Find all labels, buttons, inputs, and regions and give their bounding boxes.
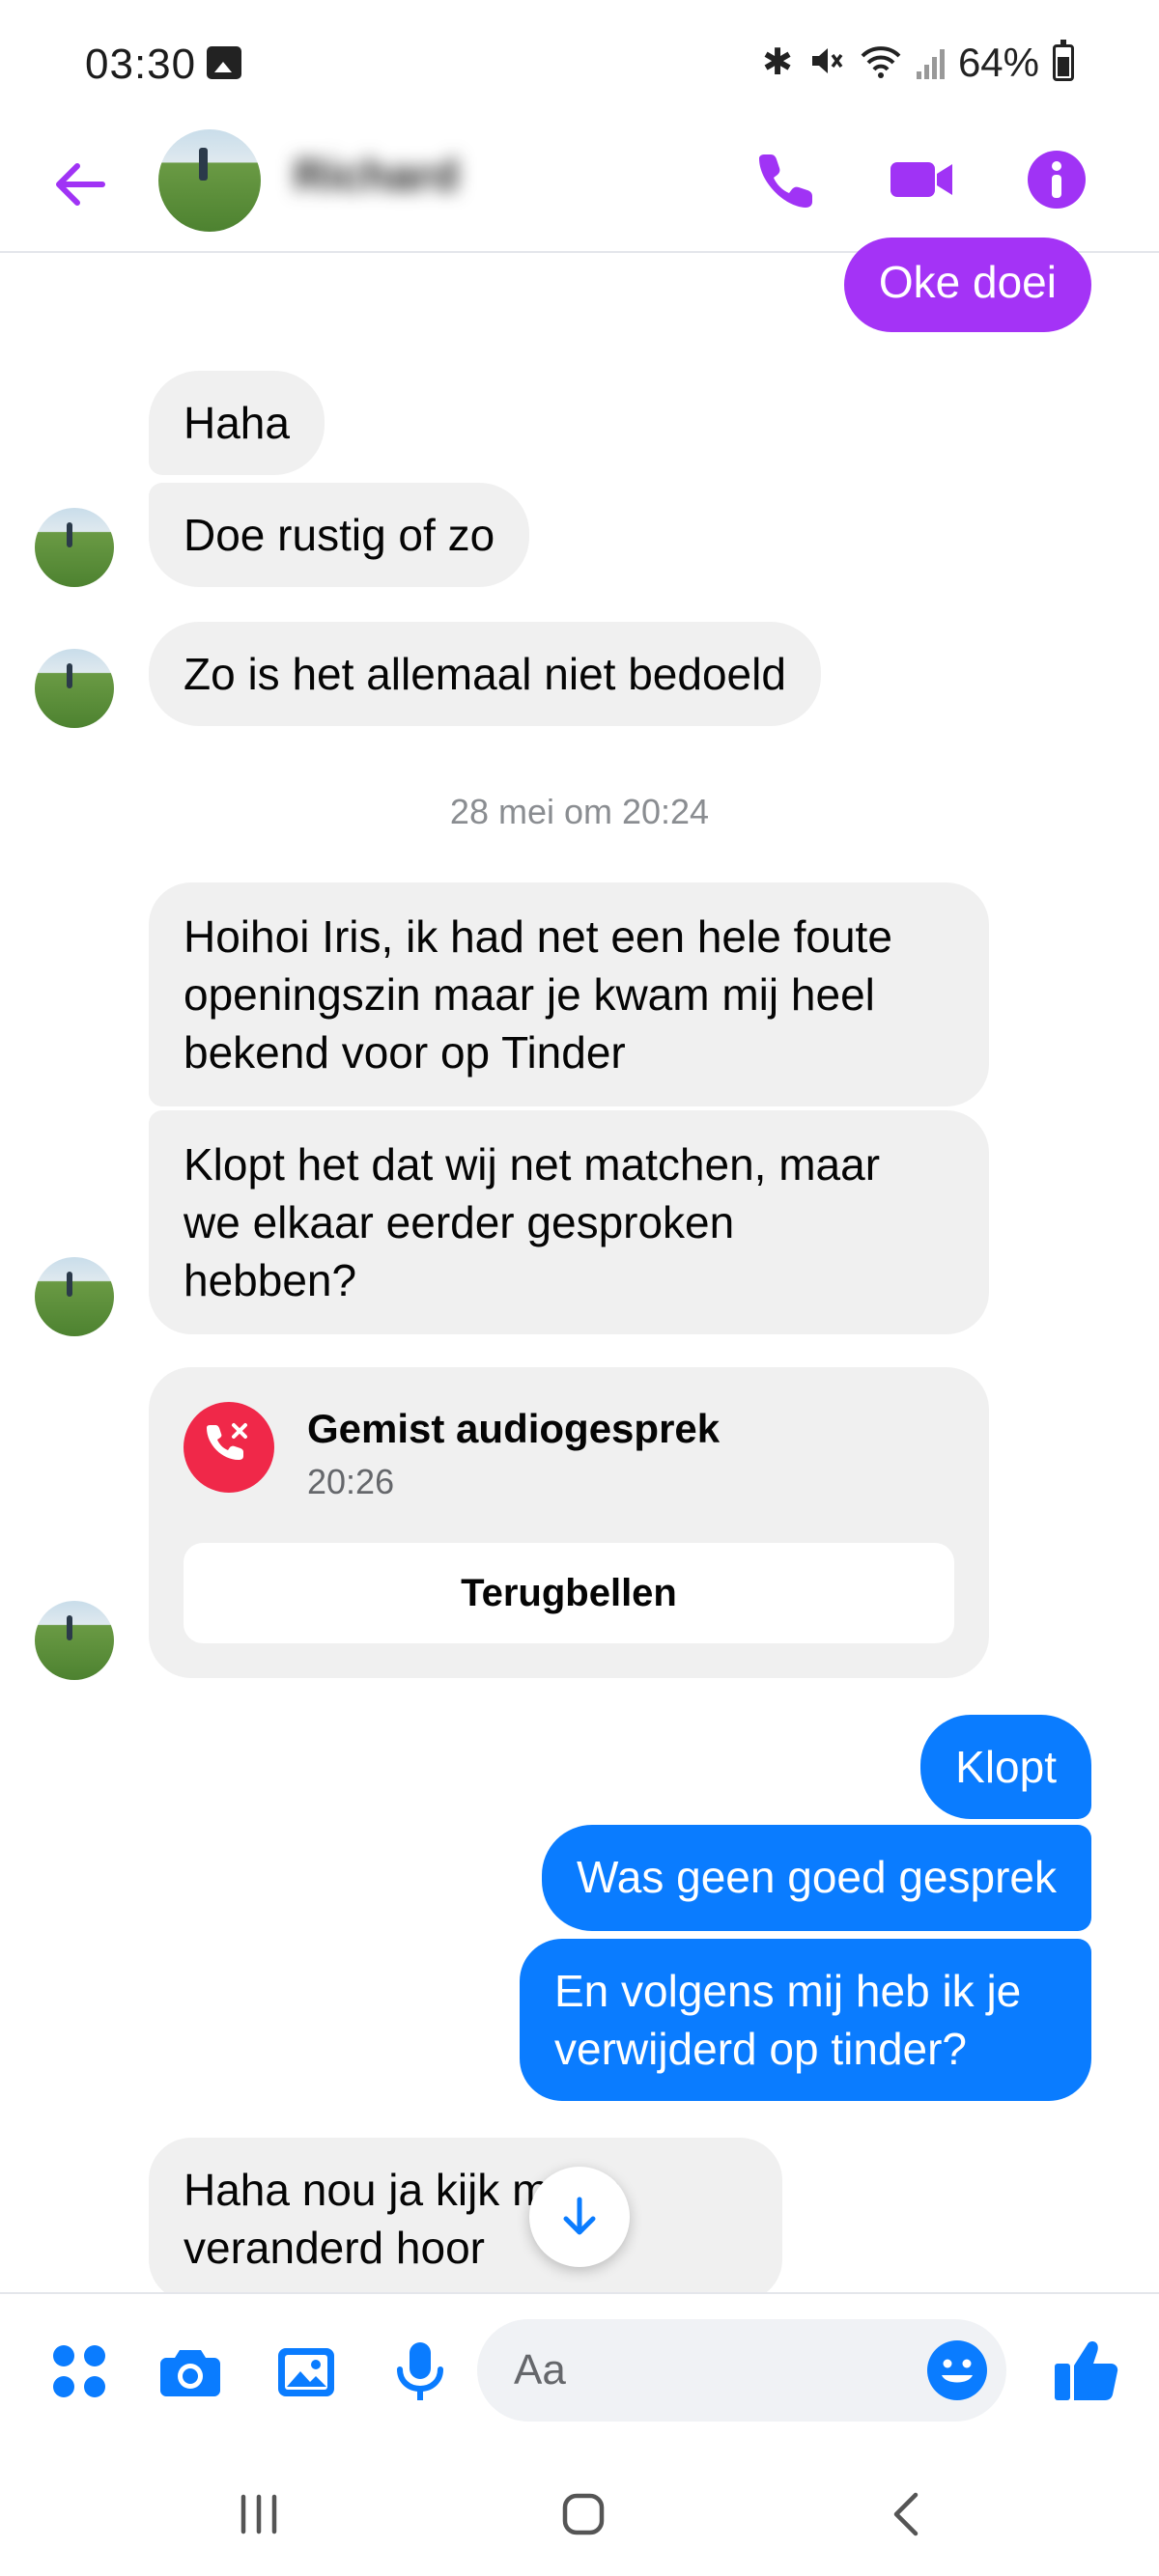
message-bubble-incoming[interactable]: Doe rustig of zo bbox=[149, 483, 530, 587]
contact-avatar-small[interactable] bbox=[35, 649, 114, 728]
back-icon[interactable] bbox=[869, 2476, 947, 2553]
missed-call-card: Gemist audiogesprek 20:26 Terugbellen bbox=[149, 1367, 989, 1678]
status-icons: ✱ 64% bbox=[762, 39, 1074, 87]
contact-avatar-small[interactable] bbox=[35, 1257, 114, 1336]
message-bubble-outgoing[interactable]: Oke doei bbox=[843, 238, 1091, 332]
menu-dots-icon[interactable] bbox=[46, 2338, 114, 2406]
missed-call-icon bbox=[184, 1402, 274, 1493]
message-bubble-incoming[interactable]: Zo is het allemaal niet bedoeld bbox=[149, 622, 821, 726]
gallery-notification-icon bbox=[207, 46, 241, 79]
message-bubble-incoming[interactable]: Klopt het dat wij net matchen, maar we e… bbox=[149, 1110, 989, 1334]
back-arrow-icon[interactable] bbox=[48, 153, 112, 216]
conversation-header: Richard bbox=[0, 126, 1159, 253]
wifi-icon bbox=[859, 42, 903, 85]
emoji-icon[interactable] bbox=[925, 2338, 989, 2402]
camera-icon[interactable] bbox=[156, 2338, 224, 2406]
contact-avatar-small[interactable] bbox=[35, 1601, 114, 1680]
scroll-to-bottom-button[interactable] bbox=[529, 2167, 630, 2267]
message-bubble-incoming[interactable]: Haha nou ja kijk mens veranderd hoor bbox=[149, 2138, 782, 2302]
video-camera-icon[interactable] bbox=[887, 145, 956, 214]
message-composer bbox=[0, 2292, 1159, 2447]
message-bubble-incoming[interactable]: Hoihoi Iris, ik had net een hele foute o… bbox=[149, 882, 989, 1106]
signal-icon bbox=[916, 46, 945, 79]
mute-icon bbox=[806, 42, 845, 85]
battery-icon bbox=[1053, 40, 1074, 81]
gallery-icon[interactable] bbox=[272, 2338, 340, 2406]
home-icon[interactable] bbox=[545, 2476, 622, 2553]
missed-call-title: Gemist audiogesprek bbox=[307, 1406, 721, 1451]
battery-percentage: 64% bbox=[957, 40, 1039, 85]
microphone-icon[interactable] bbox=[386, 2338, 454, 2406]
info-icon[interactable] bbox=[1022, 145, 1091, 214]
thumbs-up-icon[interactable] bbox=[1053, 2333, 1120, 2400]
contact-avatar-small[interactable] bbox=[35, 508, 114, 587]
message-bubble-outgoing[interactable]: Was geen goed gesprek bbox=[542, 1825, 1091, 1931]
message-timestamp: 28 mei om 20:24 bbox=[449, 792, 710, 831]
missed-call-time: 20:26 bbox=[307, 1462, 395, 1501]
system-navigation-bar bbox=[0, 2447, 1159, 2576]
message-bubble-incoming[interactable]: Haha bbox=[149, 371, 325, 475]
status-time: 03:30 bbox=[85, 41, 197, 88]
callback-button[interactable]: Terugbellen bbox=[184, 1543, 954, 1643]
recent-apps-icon[interactable] bbox=[220, 2476, 297, 2553]
message-bubble-outgoing[interactable]: En volgens mij heb ik je verwijderd op t… bbox=[520, 1939, 1091, 2101]
status-bar: 03:30 ✱ 64% bbox=[0, 0, 1159, 126]
message-bubble-outgoing[interactable]: Klopt bbox=[920, 1715, 1091, 1819]
contact-avatar[interactable] bbox=[158, 129, 261, 232]
contact-name[interactable]: Richard bbox=[294, 149, 459, 201]
bluetooth-icon: ✱ bbox=[762, 42, 793, 83]
phone-icon[interactable] bbox=[751, 145, 821, 214]
